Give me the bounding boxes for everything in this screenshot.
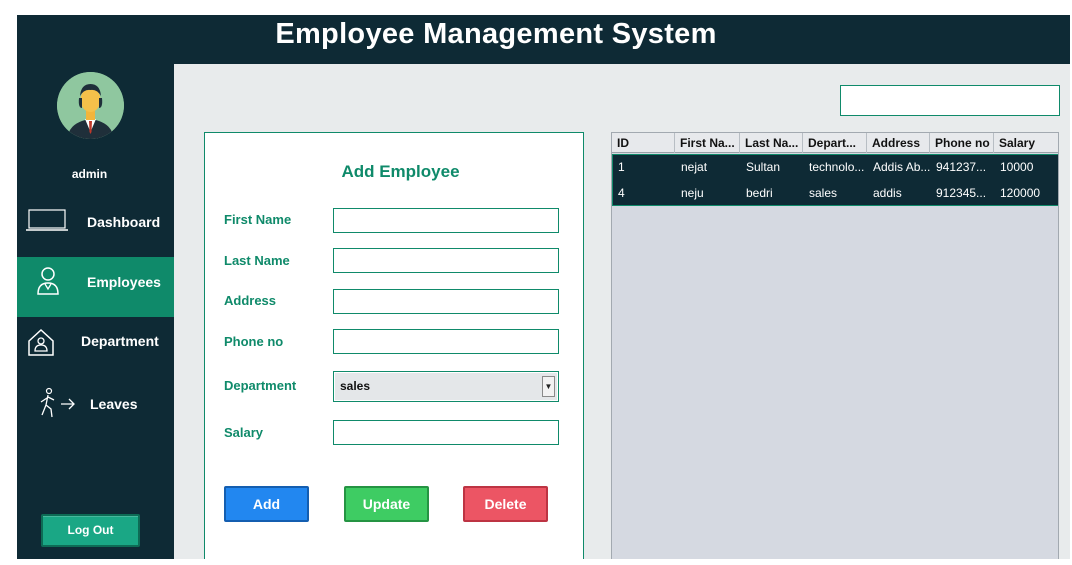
sidebar-item-leaves[interactable]: Leaves: [17, 377, 174, 437]
title-bar: Employee Management System: [17, 15, 1070, 64]
column-header-phone[interactable]: Phone no: [930, 133, 994, 153]
cell-first-name: neju: [681, 186, 704, 200]
phone-label: Phone no: [224, 334, 284, 349]
column-header-last-name[interactable]: Last Na...: [740, 133, 803, 153]
cell-department: technolo...: [809, 160, 865, 174]
cell-id: 4: [618, 186, 625, 200]
user-avatar-icon: [57, 72, 124, 139]
app-window: Employee Management System admin Dashboa…: [17, 15, 1070, 559]
employee-table: ID First Na... Last Na... Depart... Addr…: [611, 132, 1059, 559]
cell-salary: 120000: [1000, 186, 1041, 200]
cell-address: addis: [873, 186, 902, 200]
search-input[interactable]: [840, 85, 1060, 116]
employee-icon: [36, 267, 60, 298]
delete-button[interactable]: Delete: [463, 486, 548, 522]
cell-last-name: Sultan: [746, 160, 781, 174]
app-title: Employee Management System: [275, 18, 717, 50]
sidebar-item-dashboard[interactable]: Dashboard: [17, 193, 174, 253]
cell-id: 1: [618, 160, 625, 174]
cell-phone: 941237...: [936, 160, 987, 174]
cell-first-name: nejat: [681, 160, 708, 174]
last-name-field[interactable]: [333, 248, 559, 273]
table-body: 1 nejat Sultan technolo... Addis Ab... 9…: [612, 154, 1058, 206]
column-header-salary[interactable]: Salary: [994, 133, 1058, 153]
sidebar-item-label: Department: [81, 333, 159, 349]
column-header-id[interactable]: ID: [612, 133, 675, 153]
username-label: admin: [71, 167, 108, 181]
add-employee-form: Add Employee First Name Last Name Addres…: [204, 132, 584, 559]
first-name-label: First Name: [224, 212, 292, 227]
avatar: [57, 72, 124, 139]
department-select[interactable]: sales ▼: [333, 371, 559, 402]
first-name-field[interactable]: [333, 208, 559, 233]
address-field[interactable]: [333, 289, 559, 314]
table-row[interactable]: 1 nejat Sultan technolo... Addis Ab... 9…: [613, 155, 1058, 180]
cell-salary: 10000: [1000, 160, 1034, 174]
sidebar-item-label: Employees: [87, 274, 161, 290]
logout-button[interactable]: Log Out: [41, 514, 140, 547]
table-header: ID First Na... Last Na... Depart... Addr…: [612, 133, 1058, 153]
address-label: Address: [224, 293, 277, 308]
sidebar-item-department[interactable]: Department: [17, 316, 174, 376]
sidebar-item-employees[interactable]: Employees: [17, 257, 174, 317]
column-header-address[interactable]: Address: [867, 133, 930, 153]
phone-field[interactable]: [333, 329, 559, 354]
sidebar-item-label: Leaves: [90, 396, 138, 412]
salary-label: Salary: [224, 425, 264, 440]
cell-address: Addis Ab...: [873, 160, 931, 174]
add-button[interactable]: Add: [224, 486, 309, 522]
column-header-first-name[interactable]: First Na...: [675, 133, 740, 153]
sidebar-item-label: Dashboard: [87, 214, 161, 230]
laptop-icon: [26, 208, 68, 237]
walking-exit-icon: [37, 387, 77, 422]
update-button[interactable]: Update: [344, 486, 429, 522]
building-icon: [26, 327, 56, 360]
table-row[interactable]: 4 neju bedri sales addis 912345... 12000…: [613, 181, 1058, 206]
column-header-department[interactable]: Depart...: [803, 133, 867, 153]
sidebar: admin Dashboard Employees Department Lea…: [17, 64, 174, 559]
last-name-label: Last Name: [224, 253, 290, 268]
form-title: Add Employee: [341, 162, 460, 181]
department-label: Department: [224, 378, 297, 393]
cell-last-name: bedri: [746, 186, 773, 200]
salary-field[interactable]: [333, 420, 559, 445]
cell-department: sales: [809, 186, 838, 200]
chevron-down-icon[interactable]: ▼: [542, 376, 555, 397]
cell-phone: 912345...: [936, 186, 987, 200]
department-selected-value: sales: [340, 379, 371, 393]
